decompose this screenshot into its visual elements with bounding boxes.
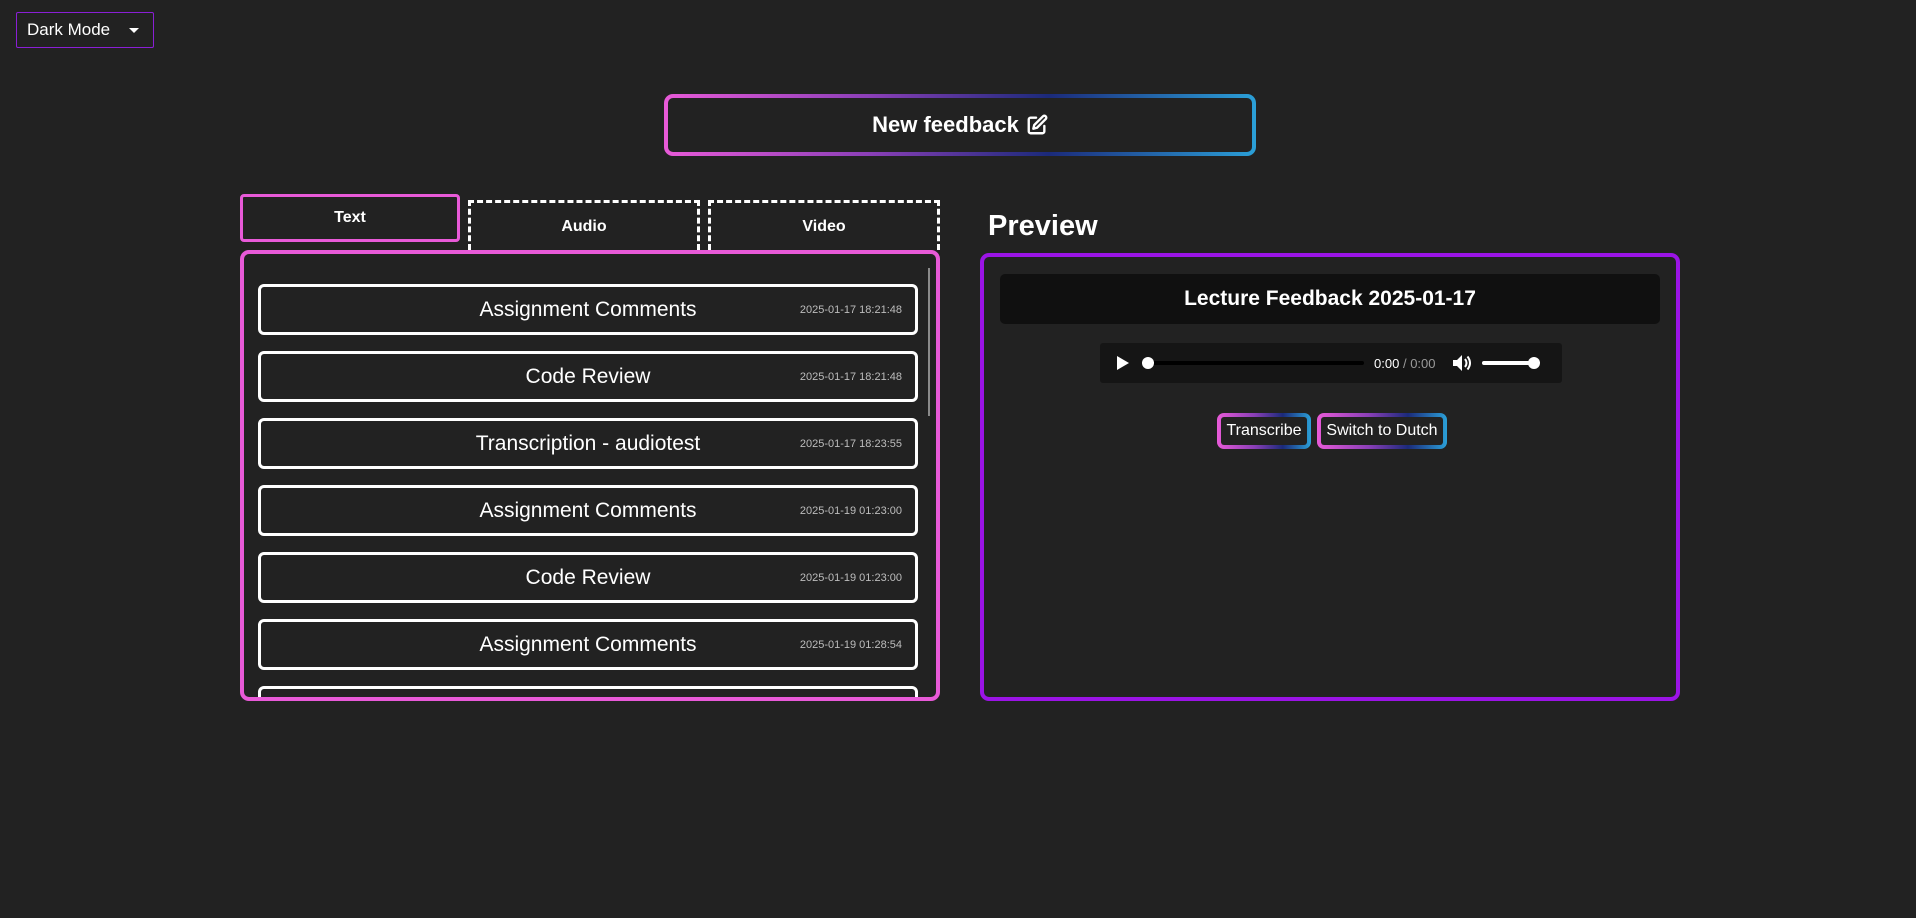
- theme-select[interactable]: Dark Mode: [16, 12, 154, 48]
- transcribe-button[interactable]: Transcribe: [1217, 413, 1311, 449]
- progress-thumb[interactable]: [1142, 357, 1154, 369]
- preview-panel: Lecture Feedback 2025-01-17 0:00 / 0:00 …: [980, 253, 1680, 701]
- list-item-date: 2025-01-19 01:23:00: [799, 571, 902, 584]
- duration: 0:00: [1410, 355, 1436, 371]
- tab-text[interactable]: Text: [240, 194, 460, 242]
- current-time: 0:00: [1374, 355, 1400, 371]
- edit-icon: [1026, 114, 1048, 136]
- transcribe-label: Transcribe: [1226, 422, 1302, 439]
- list-item[interactable]: Transcription - audiotest 2025-01-17 18:…: [258, 418, 918, 469]
- volume-icon[interactable]: [1452, 354, 1472, 372]
- tab-audio[interactable]: Audio: [468, 200, 700, 250]
- time-display: 0:00 / 0:00: [1374, 356, 1436, 371]
- switch-to-dutch-label: Switch to Dutch: [1326, 422, 1438, 439]
- feedback-list[interactable]: Assignment Comments 2025-01-17 18:21:48 …: [258, 284, 918, 697]
- new-feedback-button[interactable]: New feedback: [664, 94, 1256, 156]
- list-item-title: Assignment Comments: [479, 498, 697, 522]
- tab-audio-label: Audio: [561, 217, 607, 235]
- list-item-title: Assignment Comments: [479, 297, 697, 321]
- preview-title: Lecture Feedback 2025-01-17: [1000, 274, 1660, 324]
- preview-heading: Preview: [988, 210, 1098, 242]
- list-item-title: Code Review: [525, 364, 651, 388]
- tab-video[interactable]: Video: [708, 200, 940, 250]
- switch-to-dutch-button[interactable]: Switch to Dutch: [1317, 413, 1447, 449]
- list-item[interactable]: Assignment Comments 2025-01-17 18:21:48: [258, 284, 918, 335]
- chevron-down-icon: [129, 28, 139, 33]
- time-separator: /: [1402, 355, 1407, 371]
- feedback-list-panel: Assignment Comments 2025-01-17 18:21:48 …: [240, 250, 940, 701]
- list-item-date: 2025-01-19 01:23:00: [799, 504, 902, 517]
- theme-select-value: Dark Mode: [27, 20, 111, 39]
- list-item[interactable]: Assignment Comments 2025-01-19 01:28:54: [258, 619, 918, 670]
- new-feedback-label: New feedback: [872, 112, 1019, 137]
- list-item-date: 2025-01-17 18:21:48: [799, 303, 902, 316]
- list-item[interactable]: Assignment Comments 2025-01-19 01:23:00: [258, 485, 918, 536]
- scrollbar[interactable]: [928, 268, 930, 416]
- list-item[interactable]: [258, 686, 918, 697]
- list-item-title: Code Review: [525, 565, 651, 589]
- volume-thumb[interactable]: [1527, 357, 1540, 369]
- list-item-title: Assignment Comments: [479, 632, 697, 656]
- list-item-date: 2025-01-19 01:28:54: [799, 638, 902, 651]
- progress-slider[interactable]: [1142, 357, 1364, 369]
- tab-video-label: Video: [802, 217, 846, 235]
- tab-text-label: Text: [334, 209, 366, 226]
- list-item-title: Transcription - audiotest: [475, 431, 701, 455]
- list-item[interactable]: Code Review 2025-01-17 18:21:48: [258, 351, 918, 402]
- list-item-date: 2025-01-17 18:23:55: [799, 437, 902, 450]
- volume-slider[interactable]: [1481, 357, 1540, 369]
- play-icon[interactable]: [1114, 354, 1132, 372]
- audio-player: 0:00 / 0:00: [1100, 343, 1562, 383]
- list-item[interactable]: Code Review 2025-01-19 01:23:00: [258, 552, 918, 603]
- list-item-date: 2025-01-17 18:21:48: [799, 370, 902, 383]
